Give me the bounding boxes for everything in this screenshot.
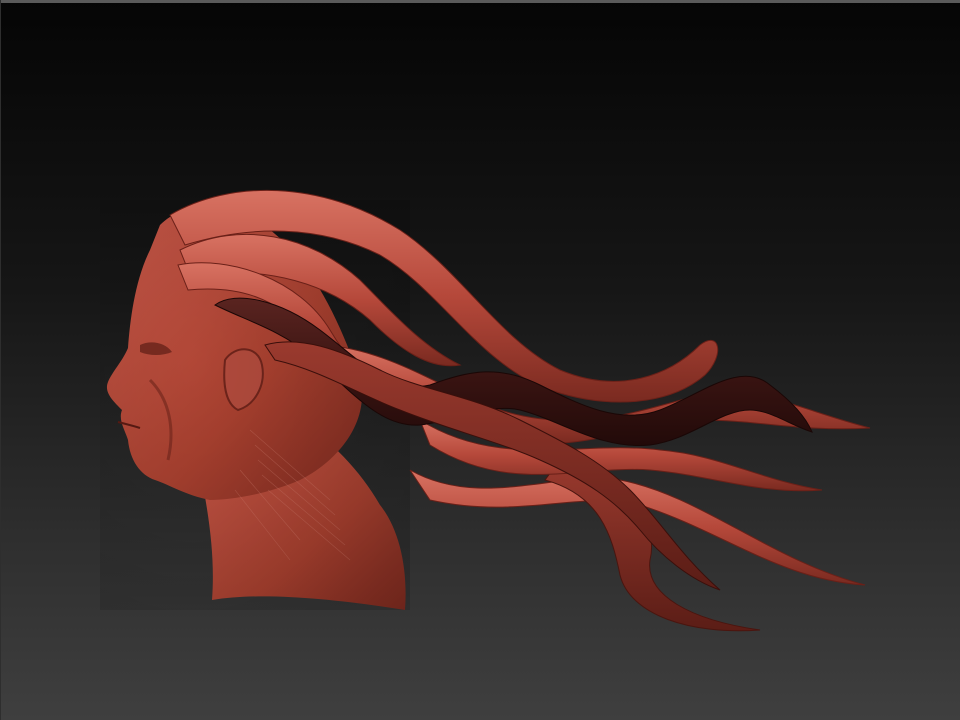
- 3d-viewport[interactable]: [0, 0, 960, 720]
- hair-strand-bottom: [544, 459, 761, 632]
- sculpt-model[interactable]: [0, 0, 960, 720]
